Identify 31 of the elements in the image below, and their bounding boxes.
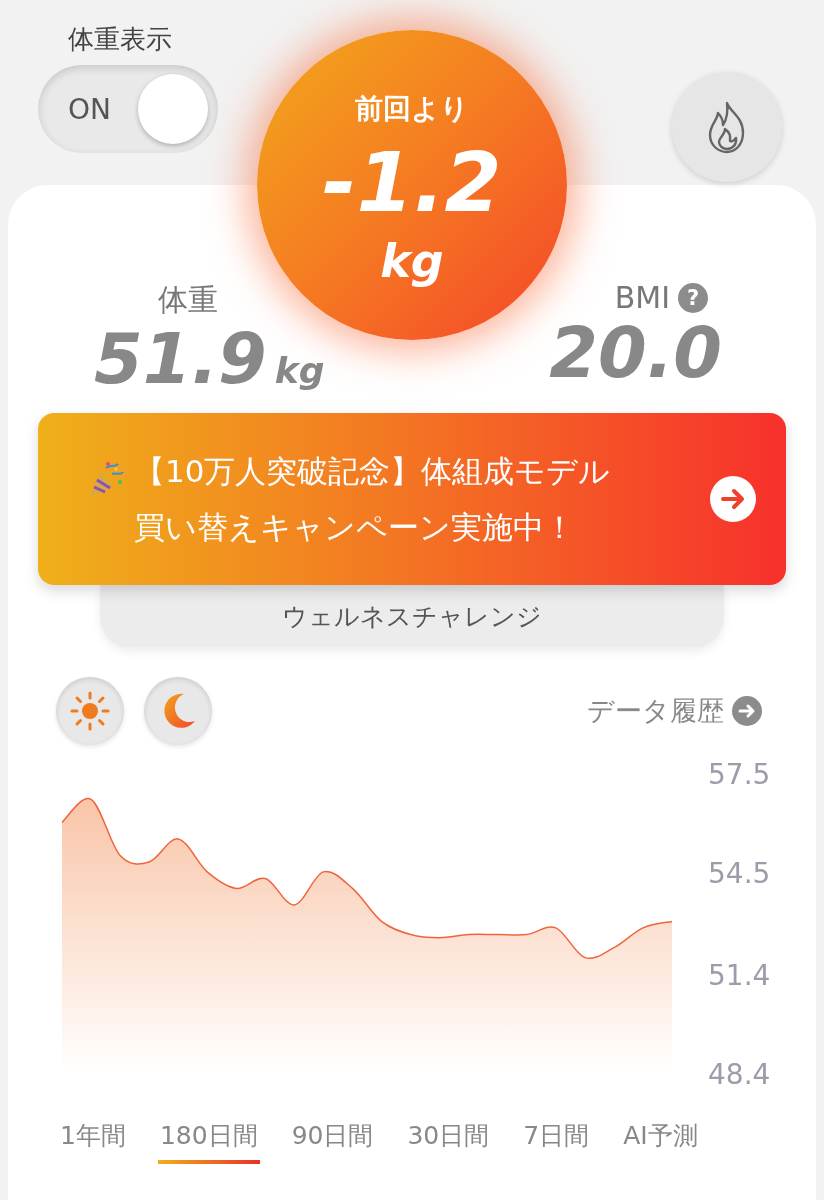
y-tick-label: 48.4 <box>708 1058 771 1091</box>
arrow-right-icon <box>732 696 762 726</box>
flame-button[interactable] <box>672 72 782 182</box>
bmi-label: BMI <box>614 280 670 315</box>
weight-unit: kg <box>274 350 325 391</box>
evening-button[interactable] <box>144 677 212 745</box>
bmi-value: 20.0 <box>549 315 722 392</box>
period-tab[interactable]: AI予測 <box>621 1113 700 1164</box>
weight-value: 51.9 <box>94 321 267 398</box>
change-unit: kg <box>380 234 444 288</box>
sun-icon <box>70 691 110 731</box>
weight-label: 体重 <box>158 281 218 319</box>
period-tab[interactable]: 180日間 <box>157 1113 260 1164</box>
change-value: -1.2 <box>322 142 502 224</box>
challenge-tab[interactable]: ウェルネスチャレンジ <box>100 585 724 647</box>
campaign-banner[interactable]: 【10万人突破記念】体組成モデル 買い替えキャンペーン実施中！ <box>38 413 786 585</box>
display-toggle[interactable]: ON <box>38 65 218 153</box>
period-tab[interactable]: 1年間 <box>58 1113 128 1164</box>
period-tab[interactable]: 30日間 <box>405 1113 492 1164</box>
y-tick-label: 57.5 <box>708 761 771 791</box>
banner-text: 【10万人突破記念】体組成モデル 買い替えキャンペーン実施中！ <box>134 452 612 547</box>
y-tick-label: 54.5 <box>708 856 771 890</box>
help-icon[interactable]: ? <box>678 282 708 313</box>
period-tab[interactable]: 90日間 <box>289 1113 376 1164</box>
y-tick-label: 51.4 <box>708 959 771 993</box>
change-label: 前回より <box>355 91 469 127</box>
arrow-right-icon <box>710 476 756 522</box>
period-tab[interactable]: 7日間 <box>521 1113 592 1164</box>
data-history-link[interactable]: データ履歴 <box>587 693 724 729</box>
morning-button[interactable] <box>56 677 124 745</box>
toggle-label: 体重表示 <box>68 23 172 56</box>
